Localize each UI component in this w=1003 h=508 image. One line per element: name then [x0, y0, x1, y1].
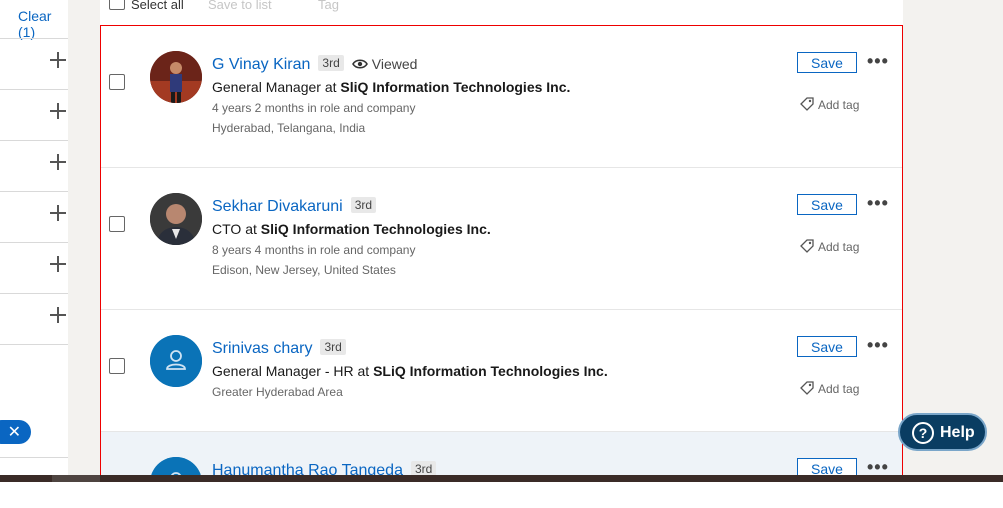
- more-options-icon[interactable]: •••: [867, 193, 889, 214]
- result-tenure: 8 years 4 months in role and company: [212, 243, 416, 257]
- result-company-link[interactable]: SliQ Information Technologies Inc.: [261, 221, 491, 237]
- plus-icon[interactable]: [50, 103, 66, 119]
- bulk-actions-toolbar: Select all Save to list Tag: [100, 0, 903, 24]
- filter-panel: Clear (1) ✕: [0, 0, 68, 470]
- result-company-link[interactable]: SLiQ Information Technologies Inc.: [373, 363, 608, 379]
- filter-row[interactable]: [0, 192, 68, 243]
- profile-photo: [150, 51, 202, 103]
- taskbar-app-button[interactable]: [52, 475, 100, 482]
- filter-row[interactable]: [0, 294, 68, 345]
- taskbar-strip: [0, 475, 1003, 482]
- add-tag-button[interactable]: Add tag: [800, 97, 859, 112]
- result-role: General Manager - HR: [212, 363, 354, 379]
- viewed-indicator: Viewed: [351, 56, 418, 72]
- filter-row[interactable]: [0, 39, 68, 90]
- result-name: Sekhar Divakaruni 3rd: [212, 197, 377, 216]
- filter-row[interactable]: [0, 90, 68, 141]
- save-button[interactable]: Save: [797, 336, 857, 357]
- profile-name-link[interactable]: Srinivas chary: [212, 340, 312, 357]
- clear-filters-link[interactable]: Clear (1): [18, 8, 68, 40]
- page-background: [903, 0, 1003, 475]
- result-at: at: [324, 79, 337, 95]
- filter-row[interactable]: [0, 141, 68, 192]
- more-options-icon[interactable]: •••: [867, 51, 889, 72]
- result-name: Srinivas chary 3rd: [212, 339, 346, 358]
- list-item: Sekhar Divakaruni 3rd CTO at SliQ Informa…: [101, 168, 902, 310]
- search-results-list: G Vinay Kiran 3rd Viewed General Manager a…: [100, 25, 903, 482]
- save-button[interactable]: Save: [797, 194, 857, 215]
- divider: [0, 457, 68, 458]
- avatar[interactable]: [150, 335, 202, 387]
- tag-icon: [800, 381, 814, 395]
- question-icon: ?: [912, 422, 934, 444]
- profile-photo: [150, 193, 202, 245]
- active-filter-pill[interactable]: ✕: [0, 420, 31, 444]
- plus-icon[interactable]: [50, 307, 66, 323]
- result-location: Hyderabad, Telangana, India: [212, 121, 366, 135]
- result-role: General Manager: [212, 79, 321, 95]
- degree-badge: 3rd: [318, 55, 344, 71]
- profile-name-link[interactable]: Sekhar Divakaruni: [212, 198, 343, 215]
- result-title: General Manager - HR at SLiQ Information…: [212, 363, 608, 379]
- default-avatar-icon: [150, 335, 202, 387]
- plus-icon[interactable]: [50, 154, 66, 170]
- profile-name-link[interactable]: G Vinay Kiran: [212, 56, 310, 73]
- add-tag-button[interactable]: Add tag: [800, 381, 859, 396]
- avatar[interactable]: [150, 51, 202, 103]
- degree-badge: 3rd: [320, 339, 346, 355]
- result-checkbox[interactable]: [109, 74, 125, 90]
- list-item: Srinivas chary 3rd General Manager - HR a…: [101, 310, 902, 432]
- save-button[interactable]: Save: [797, 52, 857, 73]
- save-to-list-button[interactable]: Save to list: [208, 0, 272, 12]
- add-tag-label: Add tag: [818, 382, 860, 396]
- os-taskbar: [0, 475, 1003, 508]
- help-button[interactable]: ? Help: [898, 413, 987, 451]
- result-name: G Vinay Kiran 3rd Viewed: [212, 55, 417, 74]
- more-options-icon[interactable]: •••: [867, 335, 889, 356]
- result-checkbox[interactable]: [109, 216, 125, 232]
- help-label: Help: [940, 424, 975, 441]
- result-location: Edison, New Jersey, United States: [212, 263, 396, 277]
- result-company-link[interactable]: SliQ Information Technologies Inc.: [340, 79, 570, 95]
- plus-icon[interactable]: [50, 256, 66, 272]
- result-title: General Manager at SliQ Information Tech…: [212, 79, 570, 95]
- add-tag-label: Add tag: [818, 240, 860, 254]
- tag-icon: [800, 239, 814, 253]
- result-checkbox[interactable]: [109, 358, 125, 374]
- list-item: G Vinay Kiran 3rd Viewed General Manager a…: [101, 26, 902, 168]
- tag-icon: [800, 97, 814, 111]
- add-tag-button[interactable]: Add tag: [800, 239, 859, 254]
- degree-badge: 3rd: [350, 197, 377, 213]
- result-location: Greater Hyderabad Area: [212, 385, 343, 399]
- filter-row[interactable]: [0, 243, 68, 294]
- eye-icon: [351, 59, 368, 69]
- result-tenure: 4 years 2 months in role and company: [212, 101, 416, 115]
- page-background: [68, 0, 100, 475]
- close-icon[interactable]: ✕: [8, 422, 21, 442]
- tag-button[interactable]: Tag: [318, 0, 339, 12]
- result-title: CTO at SliQ Information Technologies Inc…: [212, 221, 491, 237]
- result-at: at: [357, 363, 370, 379]
- result-at: at: [245, 221, 257, 237]
- result-role: CTO: [212, 221, 242, 237]
- select-all-checkbox[interactable]: [109, 0, 125, 10]
- plus-icon[interactable]: [50, 52, 66, 68]
- select-all-label[interactable]: Select all: [131, 0, 184, 12]
- add-tag-label: Add tag: [818, 98, 860, 112]
- avatar[interactable]: [150, 193, 202, 245]
- plus-icon[interactable]: [50, 205, 66, 221]
- viewed-label: Viewed: [371, 56, 418, 72]
